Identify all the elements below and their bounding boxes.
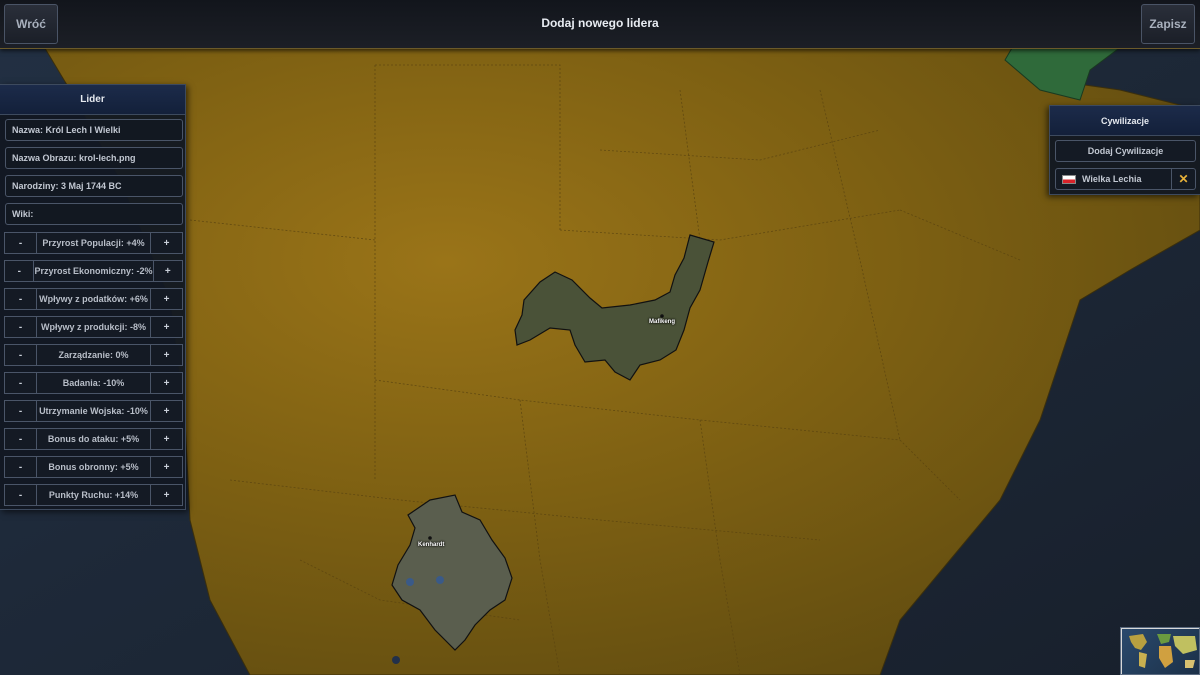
increase-button[interactable]: + <box>150 484 183 506</box>
stat-label: Przyrost Ekonomiczny: -2% <box>34 260 153 282</box>
city-marker-mafikeng[interactable] <box>660 314 664 318</box>
stat-row-economy: - Przyrost Ekonomiczny: -2% + <box>4 260 183 282</box>
lake <box>392 656 400 664</box>
increase-button[interactable]: + <box>150 288 183 310</box>
increase-button[interactable]: + <box>150 428 183 450</box>
stat-row-production: - Wpływy z produkcji: -8% + <box>4 316 183 338</box>
decrease-button[interactable]: - <box>4 372 37 394</box>
stat-row-movement: - Punkty Ruchu: +14% + <box>4 484 183 506</box>
decrease-button[interactable]: - <box>4 316 37 338</box>
leader-panel-title: Lider <box>0 85 185 115</box>
decrease-button[interactable]: - <box>4 260 35 282</box>
increase-button[interactable]: + <box>152 260 183 282</box>
civilizations-panel-title: Cywilizacje <box>1050 106 1200 136</box>
flag-icon <box>1062 174 1076 184</box>
stat-row-defense-bonus: - Bonus obronny: +5% + <box>4 456 183 478</box>
leader-image-field[interactable]: Nazwa Obrazu: krol-lech.png <box>5 147 183 169</box>
minimap-world-icon <box>1121 628 1199 674</box>
stat-row-taxes: - Wpływy z podatków: +6% + <box>4 288 183 310</box>
city-label-mafikeng[interactable]: Mafikeng <box>649 319 675 325</box>
leader-wiki-field[interactable]: Wiki: <box>5 203 183 225</box>
civilization-item: Wielka Lechia ✕ <box>1055 168 1196 190</box>
stat-label: Wpływy z podatków: +6% <box>37 288 150 310</box>
stat-label: Utrzymanie Wojska: -10% <box>37 400 150 422</box>
civilization-name: Wielka Lechia <box>1082 174 1142 184</box>
save-button[interactable]: Zapisz <box>1141 4 1195 44</box>
stat-row-army-upkeep: - Utrzymanie Wojska: -10% + <box>4 400 183 422</box>
leader-name-field[interactable]: Nazwa: Król Lech I Wielki <box>5 119 183 141</box>
stat-label: Bonus obronny: +5% <box>37 456 150 478</box>
page-title: Dodaj nowego lidera <box>541 16 659 30</box>
city-marker-kenhardt[interactable] <box>428 536 432 540</box>
stat-row-administration: - Zarządzanie: 0% + <box>4 344 183 366</box>
stat-label: Badania: -10% <box>37 372 150 394</box>
top-bar: Wróć Dodaj nowego lidera Zapisz <box>0 0 1200 49</box>
city-label-kenhardt[interactable]: Kenhardt <box>418 542 444 548</box>
stat-label: Przyrost Populacji: +4% <box>37 232 150 254</box>
increase-button[interactable]: + <box>150 400 183 422</box>
increase-button[interactable]: + <box>150 316 183 338</box>
decrease-button[interactable]: - <box>4 232 37 254</box>
decrease-button[interactable]: - <box>4 400 37 422</box>
lake <box>436 576 444 584</box>
increase-button[interactable]: + <box>150 344 183 366</box>
decrease-button[interactable]: - <box>4 456 37 478</box>
civilization-name-button[interactable]: Wielka Lechia <box>1055 168 1172 190</box>
decrease-button[interactable]: - <box>4 428 37 450</box>
increase-button[interactable]: + <box>150 456 183 478</box>
leader-panel: Lider Nazwa: Król Lech I Wielki Nazwa Ob… <box>0 84 186 510</box>
lake <box>406 578 414 586</box>
increase-button[interactable]: + <box>150 232 183 254</box>
stat-label: Wpływy z produkcji: -8% <box>37 316 150 338</box>
decrease-button[interactable]: - <box>4 484 37 506</box>
add-civilization-button[interactable]: Dodaj Cywilizacje <box>1055 140 1196 162</box>
decrease-button[interactable]: - <box>4 344 37 366</box>
stat-label: Punkty Ruchu: +14% <box>37 484 150 506</box>
remove-civilization-button[interactable]: ✕ <box>1172 168 1196 190</box>
increase-button[interactable]: + <box>150 372 183 394</box>
stat-label: Zarządzanie: 0% <box>37 344 150 366</box>
close-icon: ✕ <box>1178 172 1189 186</box>
civilizations-panel: Cywilizacje Dodaj Cywilizacje Wielka Lec… <box>1049 105 1200 195</box>
stat-row-research: - Badania: -10% + <box>4 372 183 394</box>
minimap[interactable] <box>1120 627 1200 675</box>
leader-birth-field[interactable]: Narodziny: 3 Maj 1744 BC <box>5 175 183 197</box>
stat-row-attack-bonus: - Bonus do ataku: +5% + <box>4 428 183 450</box>
decrease-button[interactable]: - <box>4 288 37 310</box>
stat-row-population: - Przyrost Populacji: +4% + <box>4 232 183 254</box>
stat-label: Bonus do ataku: +5% <box>37 428 150 450</box>
